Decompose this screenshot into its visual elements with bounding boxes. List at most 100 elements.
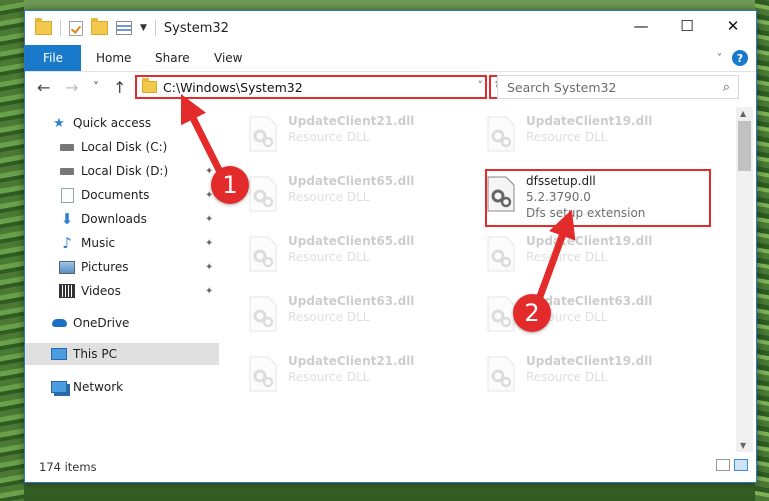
forward-button[interactable]: →: [65, 78, 78, 97]
toolbar-divider: [154, 20, 156, 36]
dll-file-icon: [249, 236, 277, 272]
customize-toolbar-icon[interactable]: ▼: [140, 23, 147, 33]
search-icon[interactable]: ⌕: [723, 80, 730, 95]
dll-file-icon: [487, 356, 515, 392]
sidebar-item-label: Documents: [81, 188, 150, 202]
file-name: UpdateClient21.dll: [288, 354, 415, 368]
recent-locations-button[interactable]: ˅: [93, 80, 99, 94]
file-description: Resource DLL: [526, 250, 608, 264]
back-button[interactable]: ←: [37, 78, 50, 97]
pin-icon[interactable]: ✦: [205, 286, 213, 297]
pin-icon[interactable]: ✦: [205, 238, 213, 249]
ribbon-tabs: File Home Share View ˅ ?: [25, 45, 756, 72]
file-description: Resource DLL: [526, 130, 608, 144]
sidebar-item-downloads[interactable]: ⬇ Downloads ✦: [25, 208, 219, 230]
file-description: Resource DLL: [288, 250, 370, 264]
vertical-scrollbar[interactable]: ▲ ▼: [736, 107, 753, 452]
step-2-badge: 2: [513, 294, 551, 332]
sidebar-item-quick-access[interactable]: ★ Quick access: [25, 112, 219, 134]
file-description: Resource DLL: [288, 370, 370, 384]
list-item[interactable]: UpdateClient19.dll Resource DLL: [478, 352, 708, 400]
file-name: UpdateClient65.dll: [288, 174, 415, 188]
list-item[interactable]: UpdateClient65.dll Resource DLL: [240, 232, 470, 280]
file-description: Resource DLL: [288, 190, 370, 204]
ribbon-right-controls: ˅ ?: [717, 50, 748, 66]
file-name: UpdateClient21.dll: [288, 114, 415, 128]
dll-file-icon: [249, 176, 277, 212]
dll-file-icon: [487, 116, 515, 152]
pin-icon[interactable]: ✦: [205, 214, 213, 225]
address-bar[interactable]: C:\Windows\System32 ˅: [135, 75, 487, 99]
expand-ribbon-icon[interactable]: ˅: [717, 53, 722, 64]
sidebar-item-label: Downloads: [81, 212, 147, 226]
drive-icon: [59, 164, 75, 178]
minimize-button[interactable]: —: [618, 11, 664, 41]
chevron-down-icon[interactable]: ˅: [478, 79, 484, 92]
quick-access-toolbar: ▼ System32: [35, 18, 229, 36]
status-bar: 174 items: [25, 452, 756, 482]
computer-icon: [51, 347, 67, 361]
sidebar-item-music[interactable]: ♪ Music ✦: [25, 232, 219, 254]
sidebar-item-local-disk-c[interactable]: Local Disk (C:): [25, 136, 219, 158]
sidebar-item-network[interactable]: Network: [25, 376, 219, 398]
scroll-down-icon[interactable]: ▼: [740, 441, 746, 450]
search-placeholder: Search System32: [507, 79, 617, 95]
item-count: 174 items: [39, 460, 97, 474]
tab-share[interactable]: Share: [155, 45, 190, 71]
tab-home[interactable]: Home: [96, 45, 131, 71]
close-button[interactable]: ✕: [710, 11, 756, 41]
sidebar-item-label: Pictures: [81, 260, 129, 274]
star-icon: ★: [53, 115, 65, 131]
address-path[interactable]: C:\Windows\System32: [163, 80, 303, 95]
pin-icon[interactable]: ✦: [205, 166, 213, 177]
large-icons-view-button[interactable]: [734, 459, 748, 471]
title-bar: ▼ System32 — ☐ ✕: [25, 11, 756, 45]
file-description: Resource DLL: [288, 310, 370, 324]
step-1-badge: 1: [211, 166, 249, 204]
list-item[interactable]: UpdateClient21.dll Resource DLL: [240, 352, 470, 400]
list-item[interactable]: UpdateClient21.dll Resource DLL: [240, 112, 470, 160]
music-icon: ♪: [62, 234, 72, 252]
list-item[interactable]: UpdateClient19.dll Resource DLL: [478, 112, 708, 160]
file-explorer-window: ▼ System32 — ☐ ✕ File Home Share View ˅ …: [24, 10, 757, 483]
desktop-background-right: [755, 0, 769, 501]
up-button[interactable]: ↑: [113, 78, 126, 97]
downloads-icon: ⬇: [60, 210, 74, 228]
list-item[interactable]: UpdateClient65.dll Resource DLL: [240, 172, 470, 220]
scrollbar-thumb[interactable]: [738, 121, 751, 171]
file-description: Resource DLL: [526, 370, 608, 384]
tab-file[interactable]: File: [25, 45, 81, 71]
properties-icon[interactable]: [116, 21, 132, 35]
new-folder-icon[interactable]: [91, 18, 108, 35]
sidebar-item-label: Local Disk (D:): [81, 164, 169, 178]
dll-file-icon: [487, 236, 515, 272]
sidebar-item-documents[interactable]: Documents ✦: [25, 184, 219, 206]
details-view-button[interactable]: [716, 459, 730, 471]
highlight-box: [485, 169, 711, 227]
tab-view[interactable]: View: [214, 45, 242, 71]
dll-file-icon: [249, 356, 277, 392]
sidebar-item-label: Quick access: [73, 116, 152, 130]
folder-icon[interactable]: [35, 18, 52, 35]
sidebar-item-local-disk-d[interactable]: Local Disk (D:) ✦: [25, 160, 219, 182]
list-item[interactable]: UpdateClient63.dll Resource DLL: [240, 292, 470, 340]
file-name: UpdateClient19.dll: [526, 114, 653, 128]
dll-file-icon: [249, 296, 277, 332]
videos-icon: [59, 284, 75, 298]
search-input[interactable]: Search System32 ⌕: [497, 75, 739, 99]
sidebar-item-this-pc[interactable]: This PC: [25, 343, 219, 365]
pin-icon[interactable]: ✦: [205, 262, 213, 273]
file-name: UpdateClient19.dll: [526, 354, 653, 368]
properties-check-icon[interactable]: [69, 20, 83, 36]
documents-icon: [59, 187, 75, 203]
sidebar-item-label: Local Disk (C:): [81, 140, 168, 154]
sidebar-item-onedrive[interactable]: OneDrive: [25, 312, 219, 334]
help-icon[interactable]: ?: [732, 50, 748, 66]
sidebar-item-videos[interactable]: Videos ✦: [25, 280, 219, 302]
list-item[interactable]: UpdateClient19.dll Resource DLL: [478, 232, 708, 280]
pictures-icon: [59, 260, 75, 274]
drive-icon: [59, 140, 75, 154]
maximize-button[interactable]: ☐: [664, 11, 710, 41]
scroll-up-icon[interactable]: ▲: [740, 109, 746, 118]
sidebar-item-pictures[interactable]: Pictures ✦: [25, 256, 219, 278]
